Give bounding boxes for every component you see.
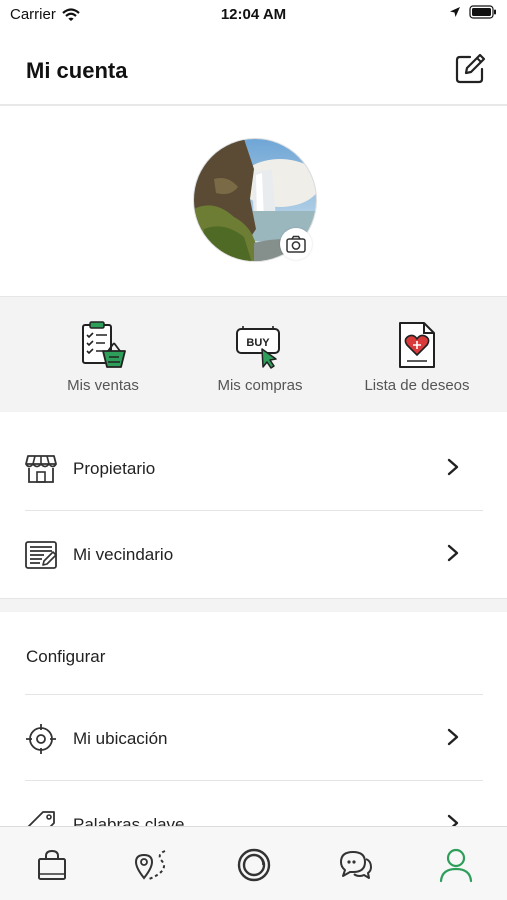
menu-item-label: Mi ubicación — [73, 729, 168, 748]
chevron-right-icon — [447, 544, 459, 562]
profile-section — [0, 106, 507, 296]
quick-action-label: Mis ventas — [67, 377, 139, 394]
tab-profile[interactable] — [436, 845, 476, 885]
quick-action-label: Mis compras — [217, 377, 303, 394]
storefront-icon — [25, 455, 57, 483]
tab-chat[interactable] — [335, 845, 375, 885]
menu-item-propietario[interactable]: Propietario — [0, 425, 507, 511]
tab-shop[interactable] — [32, 845, 72, 885]
camera-icon — [286, 235, 306, 253]
change-photo-button[interactable] — [280, 228, 312, 260]
heart-document-icon — [399, 322, 435, 368]
location-arrow-icon — [450, 7, 460, 17]
edit-profile-button[interactable] — [453, 52, 487, 86]
quick-action-lista-de-deseos[interactable]: Lista de deseos — [332, 319, 502, 394]
svg-text:BUY: BUY — [246, 337, 270, 349]
menu-item-label: Mi vecindario — [73, 545, 174, 564]
status-time: 12:04 AM — [220, 6, 287, 23]
buy-sign-icon: BUY — [236, 326, 280, 369]
quick-action-label: Lista de deseos — [364, 377, 470, 394]
quick-action-mis-compras[interactable]: BUY Mis compras — [175, 319, 345, 394]
checklist-basket-icon — [82, 321, 126, 368]
tab-nearby[interactable] — [133, 845, 173, 885]
tab-bar — [0, 826, 507, 900]
chevron-right-icon — [447, 458, 459, 476]
quick-actions: Mis ventas BUY Mis compras Lista de dese… — [0, 296, 507, 412]
menu-item-mi-ubicacion[interactable]: Mi ubicación — [0, 695, 507, 781]
camera-lens-icon — [237, 848, 271, 882]
menu-item-mi-vecindario[interactable]: Mi vecindario — [0, 511, 507, 597]
page-title: Mi cuenta — [26, 58, 128, 83]
header: Mi cuenta — [0, 28, 507, 106]
user-profile-icon — [439, 848, 473, 883]
newspaper-icon — [25, 541, 57, 569]
shopping-bag-icon — [38, 849, 66, 880]
section-title-configurar: Configurar — [26, 647, 106, 666]
chevron-right-icon — [447, 728, 459, 746]
map-route-icon — [134, 850, 166, 880]
tab-camera[interactable] — [234, 845, 274, 885]
menu-item-label: Propietario — [73, 459, 156, 478]
crosshair-location-icon — [26, 724, 56, 754]
battery-icon — [469, 5, 496, 19]
chat-bubbles-icon — [340, 851, 372, 879]
quick-action-mis-ventas[interactable]: Mis ventas — [18, 319, 188, 394]
status-icons — [449, 5, 497, 19]
edit-icon — [455, 53, 486, 84]
status-bar: Carrier 12:04 AM — [0, 0, 507, 28]
section-separator — [0, 598, 507, 612]
